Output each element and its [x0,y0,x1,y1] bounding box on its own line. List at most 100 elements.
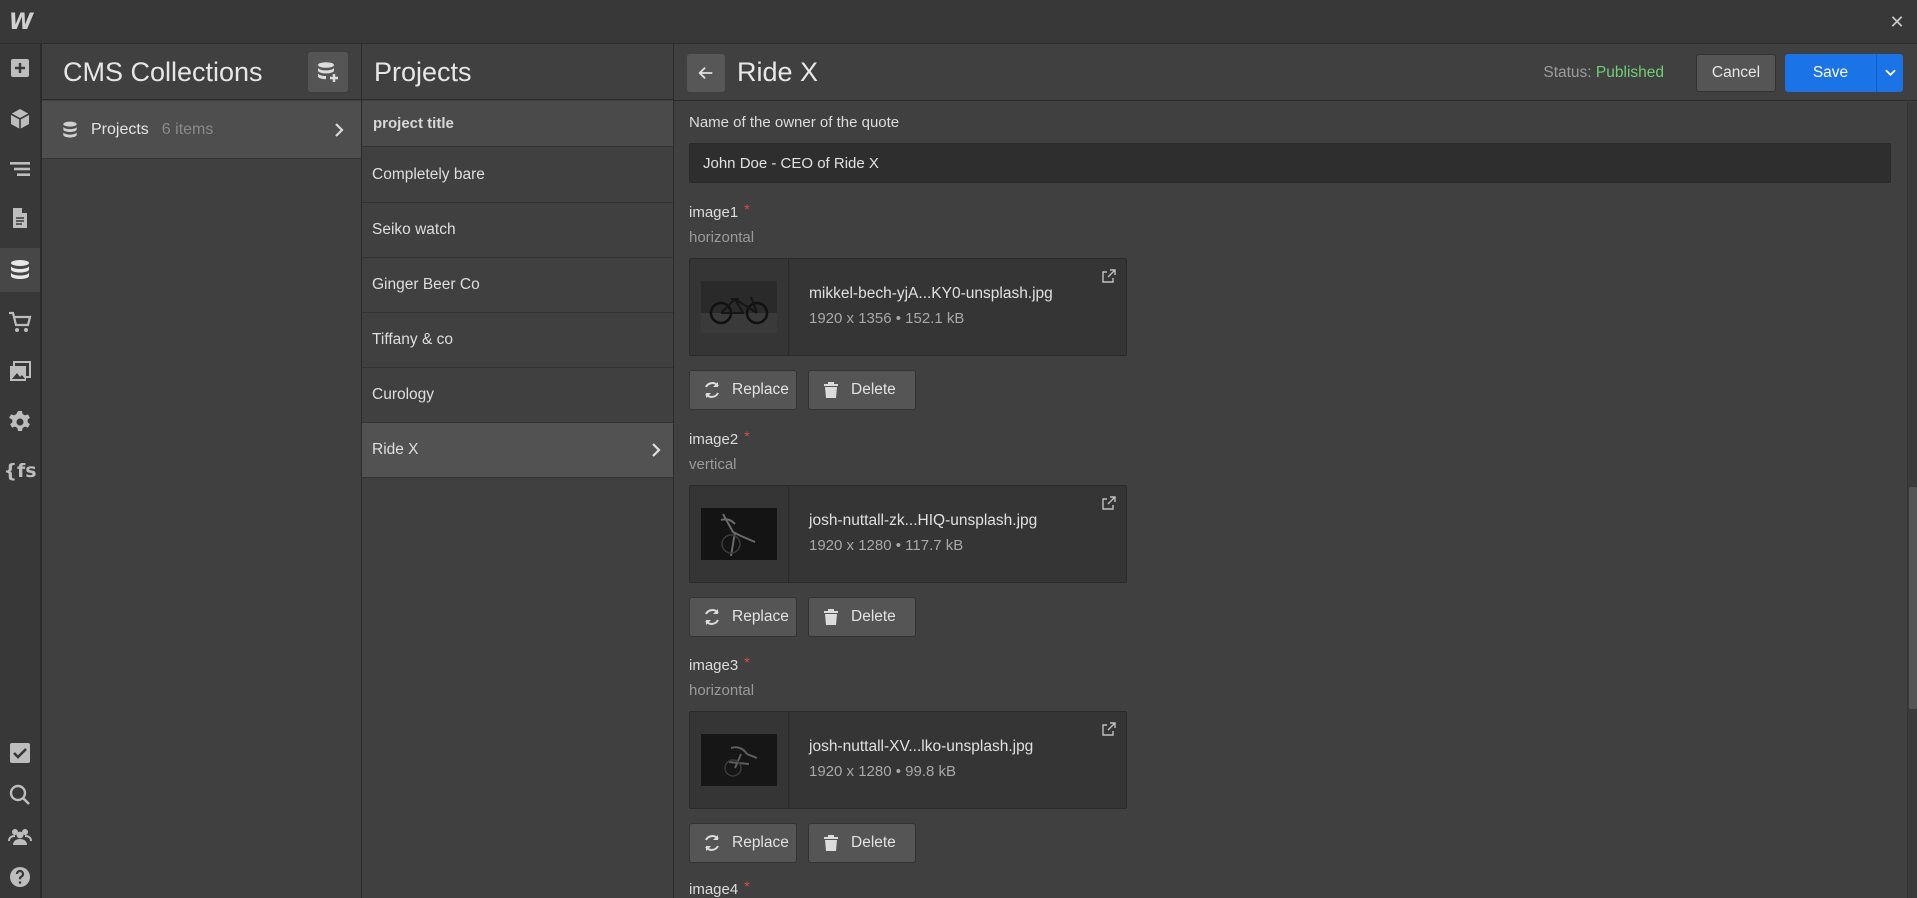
file-name: josh-nuttall-zk...HIQ-unsplash.jpg [809,512,1038,529]
image2-help-text: vertical [689,456,737,473]
items-column-header[interactable]: project title [362,101,673,147]
cancel-button[interactable]: Cancel [1696,54,1776,92]
top-bar: W ✕ [0,0,1917,44]
search-icon[interactable] [0,773,40,817]
image-thumbnail[interactable] [690,486,789,582]
cart-icon[interactable] [0,300,40,344]
cube-icon[interactable] [0,97,40,141]
image1-replace-button[interactable]: Replace [689,370,797,410]
trash-icon [824,835,838,851]
chevron-down-icon [1884,69,1896,77]
assets-icon[interactable] [0,350,40,394]
image3-help-text: horizontal [689,682,755,699]
required-mark: * [744,654,750,670]
collection-count: 6 items [161,120,214,138]
image2-label: image2 * [689,428,750,448]
list-item[interactable]: Curology [362,368,673,423]
list-item[interactable]: Completely bare [362,148,673,203]
save-button[interactable]: Save [1785,54,1877,92]
database-icon[interactable] [0,248,40,292]
status-label: Status: [1543,64,1592,81]
image2-delete-button[interactable]: Delete [808,597,916,637]
collections-title: CMS Collections [63,57,263,87]
image-thumbnail[interactable] [690,712,789,808]
list-item-label: Ride X [372,441,419,458]
file-meta: 1920 x 1280 • 99.8 kB [809,763,957,780]
item-editor: Ride X Status: Published Cancel Save Nam… [674,44,1917,898]
save-options-button[interactable] [1877,54,1903,92]
file-meta: 1920 x 1280 • 117.7 kB [809,537,964,554]
list-item[interactable]: Ginger Beer Co [362,258,673,313]
editor-scrollbar[interactable] [1907,102,1917,898]
pages-icon[interactable] [0,196,40,240]
field-name: image1 [689,204,739,221]
collections-header: CMS Collections [42,44,361,100]
bike-thumbnail-image [701,281,777,333]
file-name: josh-nuttall-XV...lko-unsplash.jpg [809,738,1034,755]
field-name: image2 [689,431,739,448]
image4-label: image4 * [689,878,750,898]
finsweet-icon[interactable]: {fs [0,449,40,493]
trash-icon [824,609,838,625]
replace-label: Replace [732,834,789,851]
replace-label: Replace [732,608,789,625]
image1-delete-button[interactable]: Delete [808,370,916,410]
add-icon[interactable] [0,46,40,90]
image-thumbnail[interactable] [690,259,789,355]
image2-replace-button[interactable]: Replace [689,597,797,637]
refresh-icon [705,835,719,851]
file-name: mikkel-bech-yjA...KY0-unsplash.jpg [809,285,1053,302]
image1-card[interactable]: mikkel-bech-yjA...KY0-unsplash.jpg 1920 … [689,258,1127,356]
list-item-selected[interactable]: Ride X [362,423,673,478]
users-icon[interactable] [0,814,40,858]
required-mark: * [744,201,750,217]
close-icon[interactable]: ✕ [1885,10,1909,34]
delete-label: Delete [851,608,896,625]
status-text: Status: Published [1543,64,1664,82]
required-mark: * [744,428,750,444]
image3-replace-button[interactable]: Replace [689,823,797,863]
image2-card[interactable]: josh-nuttall-zk...HIQ-unsplash.jpg 1920 … [689,485,1127,583]
field-name: image3 [689,657,739,674]
status-badge: Published [1595,64,1664,81]
external-link-icon[interactable] [1102,269,1116,283]
database-icon [63,121,77,137]
help-icon[interactable] [0,855,40,898]
image3-delete-button[interactable]: Delete [808,823,916,863]
cms-collections-panel: CMS Collections Projects 6 items [42,44,362,898]
back-button[interactable] [687,54,725,92]
add-collection-button[interactable] [308,52,348,92]
chevron-right-icon [652,443,661,457]
finsweet-label: {fs [3,460,37,482]
list-item[interactable]: Seiko watch [362,203,673,258]
items-panel-title: Projects [374,57,472,87]
audit-check-icon[interactable] [0,731,40,775]
required-mark: * [744,878,750,894]
list-item[interactable]: Tiffany & co [362,313,673,368]
external-link-icon[interactable] [1102,722,1116,736]
scrollbar-thumb[interactable] [1909,487,1917,709]
bike-thumbnail-image [701,734,777,786]
webflow-logo[interactable]: W [8,10,34,35]
image3-card[interactable]: josh-nuttall-XV...lko-unsplash.jpg 1920 … [689,711,1127,809]
items-header: Projects [362,44,673,100]
trash-icon [824,382,838,398]
bike-thumbnail-image [701,508,777,560]
quote-owner-input[interactable]: John Doe - CEO of Ride X [689,143,1891,183]
gear-icon[interactable] [0,400,40,444]
save-button-group: Save [1785,54,1903,92]
collection-item-projects[interactable]: Projects 6 items [42,101,361,159]
arrow-left-icon [698,66,713,80]
navigator-icon[interactable] [0,147,40,191]
collection-name: Projects [91,120,149,138]
delete-label: Delete [851,834,896,851]
external-link-icon[interactable] [1102,496,1116,510]
image1-help-text: horizontal [689,229,755,246]
quote-owner-label: Name of the owner of the quote [689,114,900,131]
left-toolbar: {fs [0,44,42,898]
chevron-right-icon [335,123,344,137]
image3-label: image3 * [689,654,750,674]
collection-items-panel: Projects project title Completely bare S… [362,44,674,898]
replace-label: Replace [732,381,789,398]
item-title: Ride X [737,57,819,87]
